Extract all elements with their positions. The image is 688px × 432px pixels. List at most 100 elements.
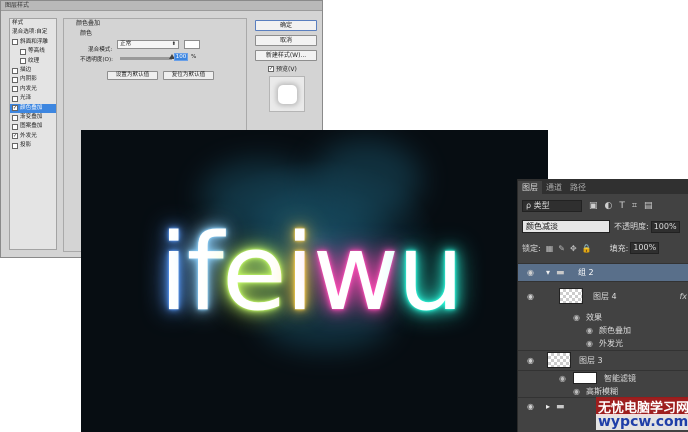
neon-letter: i bbox=[285, 211, 314, 334]
effects-row[interactable]: ◉ 效果 bbox=[518, 311, 688, 324]
lock-position-icon[interactable]: ✥ bbox=[570, 244, 577, 253]
style-checkbox[interactable]: ✓ bbox=[12, 105, 18, 112]
overlay-color-swatch[interactable] bbox=[184, 40, 200, 49]
lock-image-icon[interactable]: ✎ bbox=[558, 244, 565, 253]
style-checkbox[interactable] bbox=[12, 39, 18, 46]
shape-filter-icon[interactable]: ⌗ bbox=[632, 201, 637, 211]
opacity-unit: % bbox=[191, 54, 197, 60]
adjustment-filter-icon[interactable]: ◐ bbox=[605, 201, 613, 211]
eye-icon[interactable]: ◉ bbox=[527, 356, 534, 365]
style-list-item-label: 斜面和浮雕 bbox=[20, 38, 48, 45]
smart-object-filter-icon[interactable]: ▤ bbox=[644, 201, 653, 211]
style-list-item[interactable]: 内阴影 bbox=[10, 75, 56, 84]
eye-icon[interactable]: ◉ bbox=[586, 339, 593, 348]
layer-row-layer-3[interactable]: ◉ 图层 3 bbox=[518, 350, 688, 370]
layer-opacity-label: 不透明度: bbox=[614, 222, 649, 231]
layers-tab[interactable]: 路径 bbox=[566, 181, 590, 194]
style-checkbox[interactable] bbox=[12, 123, 18, 130]
neon-letter: i bbox=[159, 211, 188, 334]
style-list-item[interactable]: 内发光 bbox=[10, 85, 56, 94]
layer-row-layer-4[interactable]: ◉ 图层 4 fx bbox=[518, 281, 688, 311]
blend-opacity-row: 颜色减淡 不透明度: 100% bbox=[522, 220, 680, 233]
style-checkbox[interactable]: ✓ bbox=[12, 133, 18, 140]
expand-arrow-icon[interactable]: ▾ bbox=[546, 268, 550, 277]
style-checkbox[interactable] bbox=[12, 95, 18, 102]
style-list-item-label: 外发光 bbox=[20, 132, 37, 139]
layer-opacity-input[interactable]: 100% bbox=[650, 220, 680, 233]
eye-icon[interactable]: ◉ bbox=[527, 292, 534, 301]
style-list-item-label: 渐变叠加 bbox=[20, 113, 43, 120]
filter-mask-thumbnail bbox=[573, 372, 597, 384]
effect-color-overlay[interactable]: ◉ 颜色叠加 bbox=[518, 324, 688, 337]
effect-outer-glow[interactable]: ◉ 外发光 bbox=[518, 337, 688, 350]
layer-filter-select[interactable]: ρ 类型 bbox=[522, 199, 582, 212]
style-list-item[interactable]: 纹理 bbox=[10, 57, 56, 66]
style-preview-shape bbox=[278, 85, 297, 104]
eye-icon[interactable]: ◉ bbox=[527, 402, 534, 411]
style-checkbox[interactable] bbox=[12, 86, 18, 93]
new-style-button[interactable]: 新建样式(W)... bbox=[255, 50, 317, 61]
smoke-haze bbox=[311, 140, 421, 220]
eye-icon[interactable]: ◉ bbox=[573, 313, 580, 322]
lock-all-icon[interactable]: 🔒 bbox=[582, 244, 592, 253]
style-list-item[interactable]: 光泽 bbox=[10, 94, 56, 103]
neon-letter: e bbox=[221, 211, 287, 334]
style-checkbox[interactable] bbox=[12, 142, 18, 149]
opacity-input[interactable]: 100 bbox=[174, 53, 188, 61]
style-list-item[interactable]: 斜面和浮雕 bbox=[10, 38, 56, 47]
document-canvas[interactable]: ifeiwu bbox=[81, 130, 548, 432]
style-list-item[interactable]: 描边 bbox=[10, 66, 56, 75]
style-checkbox[interactable] bbox=[12, 77, 18, 84]
style-list-item-label: 颜色叠加 bbox=[20, 104, 43, 111]
fx-icon[interactable]: fx bbox=[679, 292, 687, 301]
layer-blend-mode-select[interactable]: 颜色减淡 bbox=[522, 220, 610, 233]
blend-mode-value: 正常 bbox=[120, 41, 132, 47]
style-checkbox[interactable] bbox=[20, 58, 26, 65]
neon-text: ifeiwu bbox=[159, 211, 464, 334]
smart-filter-row[interactable]: ◉ 智能滤镜 bbox=[518, 370, 688, 385]
layers-tab[interactable]: 图层 bbox=[518, 181, 542, 194]
style-list-item-label: 等高线 bbox=[28, 48, 45, 55]
subsection-title: 颜色 bbox=[80, 30, 93, 37]
layers-tab[interactable]: 通道 bbox=[542, 181, 566, 194]
blend-mode-select[interactable]: 正常 ⬍ bbox=[117, 40, 179, 49]
preview-toggle[interactable]: ✓ 预览(V) bbox=[268, 64, 297, 73]
style-list-item-label: 光泽 bbox=[20, 95, 32, 102]
style-checkbox[interactable] bbox=[20, 48, 26, 55]
opacity-slider-track[interactable] bbox=[120, 54, 175, 60]
fill-label: 填充: bbox=[609, 243, 629, 253]
group-name: 组 2 bbox=[578, 268, 594, 277]
lock-fill-row: 锁定: ▦ ✎ ✥ 🔒 填充: 100% bbox=[522, 242, 660, 254]
preview-checkbox[interactable]: ✓ bbox=[268, 65, 274, 72]
eye-icon[interactable]: ◉ bbox=[586, 326, 593, 335]
style-list-item[interactable]: ✓ 外发光 bbox=[10, 132, 56, 141]
ok-button[interactable]: 确定 bbox=[255, 20, 317, 31]
lock-label: 锁定: bbox=[522, 243, 541, 253]
layers-panel-tabs: 图层 通道 路径 bbox=[518, 179, 688, 194]
style-checkbox[interactable] bbox=[12, 114, 18, 121]
style-list-blend-options[interactable]: 混合选项:自定 bbox=[10, 28, 56, 37]
collapse-arrow-icon[interactable]: ▸ bbox=[546, 402, 550, 411]
neon-letter: w bbox=[312, 211, 399, 334]
fill-input[interactable]: 100% bbox=[630, 242, 660, 254]
make-default-button[interactable]: 设置为默认值 bbox=[107, 71, 158, 80]
eye-icon[interactable]: ◉ bbox=[559, 374, 566, 383]
style-list-item[interactable]: 渐变叠加 bbox=[10, 113, 56, 122]
style-list-item[interactable]: 等高线 bbox=[10, 47, 56, 56]
layer-row-group-2[interactable]: ◉ ▾ ▬ 组 2 bbox=[518, 263, 688, 281]
reset-default-button[interactable]: 复位为默认值 bbox=[163, 71, 214, 80]
layer-thumbnail bbox=[547, 352, 571, 368]
eye-icon[interactable]: ◉ bbox=[573, 387, 580, 396]
layer-thumbnail bbox=[559, 288, 583, 304]
eye-icon[interactable]: ◉ bbox=[527, 268, 534, 277]
lock-transparent-icon[interactable]: ▦ bbox=[546, 244, 554, 253]
watermark-url-text: wypcw.com bbox=[596, 414, 688, 430]
style-list-item[interactable]: 投影 bbox=[10, 141, 56, 150]
type-filter-icon[interactable]: T bbox=[619, 201, 625, 211]
style-checkbox[interactable] bbox=[12, 67, 18, 74]
style-list-item[interactable]: 图案叠加 bbox=[10, 122, 56, 131]
blend-mode-label: 混合模式: bbox=[88, 47, 113, 53]
style-list-item[interactable]: ✓ 颜色叠加 bbox=[10, 103, 56, 113]
pixel-filter-icon[interactable]: ▣ bbox=[589, 201, 598, 211]
cancel-button[interactable]: 取消 bbox=[255, 35, 317, 46]
